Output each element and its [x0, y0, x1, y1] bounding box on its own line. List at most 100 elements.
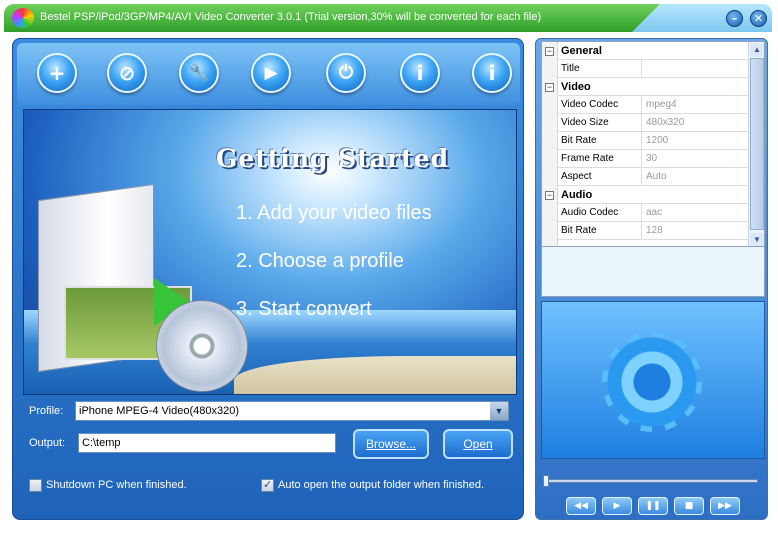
column-divider	[641, 114, 642, 132]
pause-icon: ❚❚	[645, 501, 661, 511]
property-key: Aspect	[561, 171, 592, 182]
collapse-icon[interactable]: −	[545, 83, 554, 92]
property-value: 128	[646, 225, 663, 236]
close-button[interactable]: ✕	[750, 10, 767, 27]
minimize-button[interactable]: –	[726, 10, 743, 27]
profile-select[interactable]: iPhone MPEG-4 Video(480x320) ▼	[75, 401, 509, 421]
property-value: mpeg4	[646, 99, 677, 110]
property-key: Title	[561, 63, 580, 74]
stop-button[interactable]: ■	[674, 497, 704, 515]
toolbar: + ⊘ 🔧 ▶ ⏻ i i	[17, 43, 520, 105]
collapse-icon[interactable]: −	[545, 47, 554, 56]
side-panel: − General Title − Video Video Codec mpeg4…	[535, 38, 768, 520]
rewind-button[interactable]: ◀◀	[566, 497, 596, 515]
rewind-icon: ◀◀	[574, 501, 588, 511]
column-divider	[641, 168, 642, 186]
fast-forward-icon: ▶▶	[718, 501, 732, 511]
group-label: Video	[561, 81, 591, 93]
collapse-icon[interactable]: −	[545, 191, 554, 200]
property-value: Auto	[646, 171, 667, 182]
property-value: 30	[646, 153, 658, 164]
main-panel: + ⊘ 🔧 ▶ ⏻ i i Getting Started 1. Add you…	[12, 38, 524, 520]
step-3: 3. Start convert	[236, 298, 372, 320]
property-row[interactable]: Bit Rate 128	[558, 222, 748, 240]
property-key: Bit Rate	[561, 225, 597, 236]
property-value: 480x320	[646, 117, 685, 128]
step-1: 1. Add your video files	[236, 202, 432, 224]
property-key: Audio Codec	[561, 207, 619, 218]
properties-gutter	[542, 42, 558, 246]
window-title: Bestel PSP/iPod/3GP/MP4/AVI Video Conver…	[40, 11, 542, 23]
profile-value: iPhone MPEG-4 Video(480x320)	[79, 405, 240, 417]
scroll-down-icon[interactable]: ▼	[750, 233, 764, 246]
person-icon: i	[416, 61, 424, 85]
property-row[interactable]: Aspect Auto	[558, 168, 748, 186]
pause-button[interactable]: ❚❚	[638, 497, 668, 515]
open-button[interactable]: Open	[443, 429, 513, 459]
chevron-down-icon[interactable]: ▼	[490, 402, 508, 420]
properties-grid: − General Title − Video Video Codec mpeg4…	[541, 41, 765, 247]
property-row[interactable]: Bit Rate 1200	[558, 132, 748, 150]
auto-open-checkbox[interactable]	[261, 478, 274, 492]
scrollbar-thumb[interactable]	[750, 58, 764, 230]
info-icon: i	[488, 61, 496, 85]
forward-button[interactable]: ▶▶	[710, 497, 740, 515]
shutdown-checkbox[interactable]	[29, 479, 42, 492]
play-icon: ▶	[613, 501, 621, 511]
remove-button[interactable]: ⊘	[107, 53, 147, 93]
column-divider	[641, 150, 642, 168]
play-button[interactable]: ▶	[602, 497, 632, 515]
settings-button[interactable]: 🔧	[179, 53, 219, 93]
no-icon: ⊘	[118, 61, 136, 85]
column-divider	[641, 96, 642, 114]
play-icon: ▶	[264, 63, 278, 83]
property-value: aac	[646, 207, 663, 218]
app-window: Bestel PSP/iPod/3GP/MP4/AVI Video Conver…	[0, 0, 778, 533]
power-icon: ⏻	[338, 62, 354, 83]
gear-icon	[602, 332, 702, 432]
shutdown-label: Shutdown PC when finished.	[46, 479, 187, 491]
column-divider	[641, 132, 642, 150]
properties-scrollbar[interactable]: ▲ ▼	[748, 42, 764, 246]
property-key: Bit Rate	[561, 135, 597, 146]
app-logo-icon	[12, 8, 34, 28]
group-audio: Audio	[558, 186, 748, 204]
seek-handle[interactable]	[543, 475, 549, 487]
property-key: Video Size	[561, 117, 609, 128]
property-key: Frame Rate	[561, 153, 614, 164]
group-general: General	[558, 42, 748, 60]
step-2: 2. Choose a profile	[236, 250, 404, 272]
property-row[interactable]: Audio Codec aac	[558, 204, 748, 222]
plus-icon: +	[48, 61, 66, 85]
info-button[interactable]: i	[472, 53, 512, 93]
disc-icon	[156, 300, 248, 392]
banner-title: Getting Started	[216, 144, 450, 173]
user-button[interactable]: i	[400, 53, 440, 93]
add-file-button[interactable]: +	[37, 53, 77, 93]
property-row[interactable]: Video Codec mpeg4	[558, 96, 748, 114]
property-description-area	[541, 247, 765, 297]
profile-label: Profile:	[29, 405, 64, 417]
property-value: 1200	[646, 135, 669, 146]
seek-slider[interactable]	[543, 475, 758, 487]
property-row[interactable]: Frame Rate 30	[558, 150, 748, 168]
column-divider	[641, 222, 642, 240]
property-row[interactable]: Title	[558, 60, 748, 78]
wrench-icon: 🔧	[189, 63, 209, 82]
property-row[interactable]: Video Size 480x320	[558, 114, 748, 132]
convert-button[interactable]: ▶	[251, 53, 291, 93]
property-key: Video Codec	[561, 99, 619, 110]
group-video: Video	[558, 78, 748, 96]
scroll-up-icon[interactable]: ▲	[750, 43, 764, 57]
getting-started-banner: Getting Started 1. Add your video files …	[23, 109, 517, 395]
group-label: General	[561, 45, 602, 57]
column-divider	[641, 204, 642, 222]
output-label: Output:	[29, 437, 66, 449]
group-label: Audio	[561, 189, 593, 201]
output-folder-field[interactable]: C:\temp	[78, 433, 336, 453]
title-bar: Bestel PSP/iPod/3GP/MP4/AVI Video Conver…	[4, 4, 772, 32]
browse-button[interactable]: Browse...	[353, 429, 429, 459]
stop-icon: ■	[684, 501, 694, 511]
column-divider	[641, 60, 642, 78]
power-button[interactable]: ⏻	[326, 53, 366, 93]
